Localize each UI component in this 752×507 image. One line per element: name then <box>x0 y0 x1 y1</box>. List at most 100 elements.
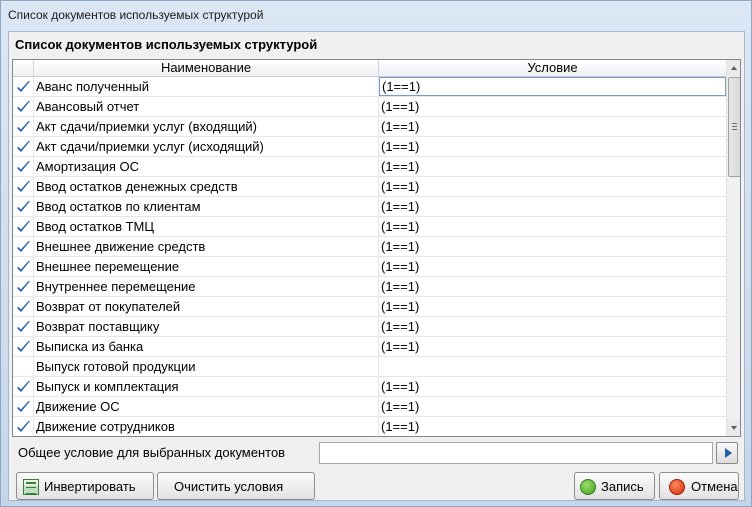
column-header-condition[interactable]: Условие <box>379 60 726 77</box>
general-condition-input[interactable] <box>319 442 713 464</box>
row-name-cell[interactable]: Движение ОС <box>34 397 379 417</box>
row-name-cell[interactable]: Ввод остатков по клиентам <box>34 197 379 217</box>
table-row[interactable]: Возврат поставщику (1==1) <box>13 317 726 337</box>
row-checkbox[interactable] <box>13 77 34 97</box>
checkmark-icon <box>17 281 30 292</box>
row-condition-cell[interactable]: (1==1) <box>379 137 726 157</box>
row-condition-cell[interactable]: (1==1) <box>379 97 726 117</box>
row-checkbox[interactable] <box>13 397 34 417</box>
row-name-cell[interactable]: Акт сдачи/приемки услуг (входящий) <box>34 117 379 137</box>
table-row[interactable]: Внешнее движение средств (1==1) <box>13 237 726 257</box>
row-condition-cell[interactable]: (1==1) <box>379 297 726 317</box>
row-condition-cell[interactable]: (1==1) <box>379 117 726 137</box>
row-name-cell[interactable]: Аванс полученный <box>34 77 379 97</box>
row-checkbox[interactable] <box>13 237 34 257</box>
row-name-cell[interactable]: Выпуск и комплектация <box>34 377 379 397</box>
row-checkbox[interactable] <box>13 417 34 436</box>
row-condition-cell[interactable]: (1==1) <box>379 237 726 257</box>
arrow-down-icon <box>731 426 737 430</box>
table-row[interactable]: Выпуск готовой продукции <box>13 357 726 377</box>
row-checkbox[interactable] <box>13 217 34 237</box>
row-checkbox[interactable] <box>13 117 34 137</box>
row-name-cell[interactable]: Ввод остатков денежных средств <box>34 177 379 197</box>
table-row[interactable]: Авансовый отчет (1==1) <box>13 97 726 117</box>
row-name-cell[interactable]: Амортизация ОС <box>34 157 379 177</box>
clear-conditions-button[interactable]: Очистить условия <box>157 472 315 500</box>
checkmark-icon <box>17 381 30 392</box>
table-row[interactable]: Ввод остатков по клиентам (1==1) <box>13 197 726 217</box>
row-checkbox[interactable] <box>13 157 34 177</box>
row-checkbox[interactable] <box>13 177 34 197</box>
row-condition-cell[interactable]: (1==1) <box>379 157 726 177</box>
row-condition-cell[interactable]: (1==1) <box>379 317 726 337</box>
title-bar[interactable]: Список документов используемых структуро… <box>1 1 751 31</box>
scroll-up-button[interactable] <box>727 60 740 76</box>
row-name-cell[interactable]: Выписка из банка <box>34 337 379 357</box>
dialog-body: Список документов используемых структуро… <box>8 31 745 501</box>
row-name-cell[interactable]: Авансовый отчет <box>34 97 379 117</box>
row-condition-cell[interactable]: (1==1) <box>379 257 726 277</box>
row-checkbox[interactable] <box>13 277 34 297</box>
row-checkbox[interactable] <box>13 137 34 157</box>
cancel-button[interactable]: Отмена <box>659 472 739 500</box>
row-condition-cell[interactable]: (1==1) <box>379 77 726 96</box>
row-condition-cell[interactable]: (1==1) <box>379 397 726 417</box>
general-condition-button[interactable] <box>716 442 738 464</box>
row-name-cell[interactable]: Внешнее перемещение <box>34 257 379 277</box>
row-checkbox[interactable] <box>13 337 34 357</box>
row-checkbox[interactable] <box>13 357 34 377</box>
row-name-cell[interactable]: Акт сдачи/приемки услуг (исходящий) <box>34 137 379 157</box>
general-condition-label: Общее условие для выбранных документов <box>18 445 286 460</box>
row-condition-cell[interactable]: (1==1) <box>379 197 726 217</box>
table-row[interactable]: Акт сдачи/приемки услуг (входящий) (1==1) <box>13 117 726 137</box>
row-name-cell[interactable]: Ввод остатков ТМЦ <box>34 217 379 237</box>
row-checkbox[interactable] <box>13 257 34 277</box>
row-condition-cell[interactable]: (1==1) <box>379 417 726 436</box>
row-name-cell[interactable]: Выпуск готовой продукции <box>34 357 379 377</box>
scroll-thumb[interactable] <box>728 77 740 177</box>
row-checkbox[interactable] <box>13 297 34 317</box>
table-row[interactable]: Акт сдачи/приемки услуг (исходящий) (1==1… <box>13 137 726 157</box>
row-condition-cell[interactable]: (1==1) <box>379 337 726 357</box>
row-name-cell[interactable]: Внутреннее перемещение <box>34 277 379 297</box>
checkmark-icon <box>17 201 30 212</box>
row-checkbox[interactable] <box>13 97 34 117</box>
checkmark-icon <box>17 341 30 352</box>
row-checkbox[interactable] <box>13 377 34 397</box>
row-name-cell[interactable]: Возврат поставщику <box>34 317 379 337</box>
save-button[interactable]: Запись <box>574 472 655 500</box>
checkmark-icon <box>17 181 30 192</box>
grip-icon <box>732 123 737 124</box>
row-name-cell[interactable]: Возврат от покупателей <box>34 297 379 317</box>
table-row[interactable]: Движение сотрудников (1==1) <box>13 417 726 436</box>
table-row[interactable]: Ввод остатков ТМЦ (1==1) <box>13 217 726 237</box>
row-condition-cell[interactable]: (1==1) <box>379 377 726 397</box>
table-row[interactable]: Внешнее перемещение (1==1) <box>13 257 726 277</box>
table-row[interactable]: Аванс полученный (1==1) <box>13 77 726 97</box>
table-row[interactable]: Выпуск и комплектация (1==1) <box>13 377 726 397</box>
row-checkbox[interactable] <box>13 317 34 337</box>
checkmark-icon <box>17 421 30 432</box>
table-row[interactable]: Ввод остатков денежных средств (1==1) <box>13 177 726 197</box>
row-condition-cell[interactable]: (1==1) <box>379 277 726 297</box>
table-row[interactable]: Выписка из банка (1==1) <box>13 337 726 357</box>
row-condition-cell[interactable]: (1==1) <box>379 177 726 197</box>
table-row[interactable]: Возврат от покупателей (1==1) <box>13 297 726 317</box>
scroll-down-button[interactable] <box>727 420 740 436</box>
row-checkbox[interactable] <box>13 197 34 217</box>
row-condition-cell[interactable]: (1==1) <box>379 217 726 237</box>
table-row[interactable]: Внутреннее перемещение (1==1) <box>13 277 726 297</box>
table-row[interactable]: Амортизация ОС (1==1) <box>13 157 726 177</box>
vertical-scrollbar[interactable] <box>726 60 740 436</box>
cancel-icon <box>669 479 685 495</box>
panel-title: Список документов используемых структуро… <box>15 37 318 52</box>
column-header-name[interactable]: Наименование <box>34 60 379 77</box>
invert-button[interactable]: Инвертировать <box>16 472 154 500</box>
row-name-cell[interactable]: Внешнее движение средств <box>34 237 379 257</box>
column-header-check[interactable] <box>13 60 34 77</box>
dialog-window: Список документов используемых структуро… <box>0 0 752 507</box>
row-condition-cell[interactable] <box>379 357 726 377</box>
row-name-cell[interactable]: Движение сотрудников <box>34 417 379 436</box>
table-row[interactable]: Движение ОС (1==1) <box>13 397 726 417</box>
grip-icon <box>732 126 737 127</box>
